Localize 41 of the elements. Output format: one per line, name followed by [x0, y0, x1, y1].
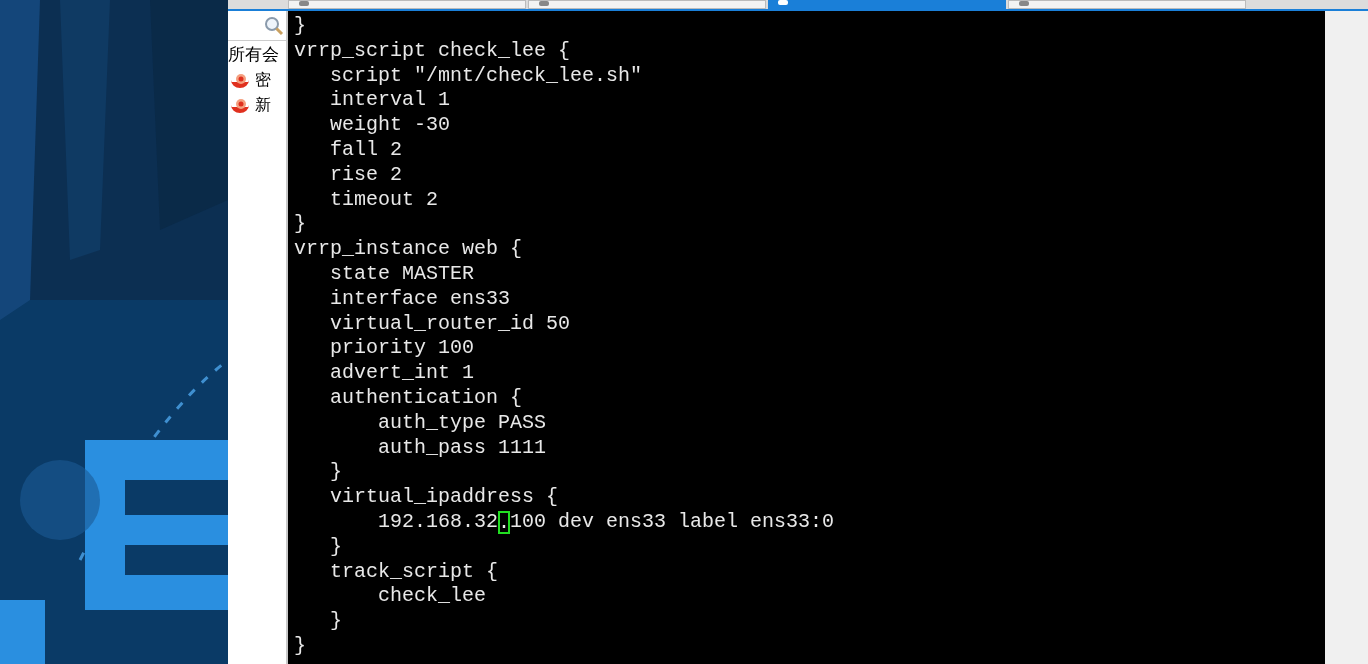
session-item[interactable]: 密	[255, 67, 271, 92]
terminal-line: priority 100	[329, 336, 475, 362]
session-item[interactable]: 新	[255, 92, 271, 117]
terminal-line: 192.168.32	[377, 509, 499, 535]
session-icon	[778, 0, 788, 5]
terminal-line: authentication {	[329, 385, 523, 411]
session-icon	[539, 1, 549, 6]
session-tab[interactable]	[288, 0, 526, 9]
session-tab[interactable]	[768, 0, 1006, 9]
terminal-line: track_script {	[329, 559, 499, 585]
terminal-line: state MASTER	[329, 261, 475, 287]
session-icon	[1019, 1, 1029, 6]
terminal-line: 100 dev ens33 label ens33:0	[510, 509, 835, 535]
terminal-line: auth_type PASS	[377, 410, 547, 436]
search-icon	[264, 15, 284, 36]
terminal-line: }	[294, 633, 306, 659]
terminal-line: interval 1	[329, 88, 451, 114]
terminal-line: vrrp_script check_lee {	[294, 38, 571, 64]
terminal-line: virtual_router_id 50	[329, 311, 571, 337]
session-icon	[299, 1, 309, 6]
session-tab[interactable]	[1008, 0, 1246, 9]
terminal-line: }	[294, 212, 306, 238]
terminal-line: check_lee	[377, 584, 487, 610]
terminal-line: virtual_ipaddress {	[329, 485, 559, 510]
terminal-line: advert_int 1	[329, 361, 475, 386]
session-tab[interactable]	[528, 0, 766, 9]
terminal-line: weight -30	[329, 113, 451, 138]
terminal-line: rise 2	[329, 162, 403, 188]
terminal-line: interface ens33	[329, 286, 511, 312]
terminal-line: auth_pass 1111	[377, 435, 547, 461]
terminal-line: fall 2	[329, 138, 403, 163]
text-cursor: .	[498, 510, 511, 534]
terminal-line: }	[329, 534, 342, 560]
terminal-line: vrrp_instance web {	[294, 237, 523, 262]
terminal-line: script "/mnt/check_lee.sh"	[329, 63, 643, 89]
scrollbar-track[interactable]	[1325, 11, 1368, 664]
sidebar-heading: 所有会	[228, 44, 280, 66]
terminal-line: timeout 2	[329, 187, 439, 213]
terminal-line: }	[329, 460, 342, 486]
terminal-line: }	[329, 609, 342, 634]
terminal-line: }	[294, 14, 306, 39]
